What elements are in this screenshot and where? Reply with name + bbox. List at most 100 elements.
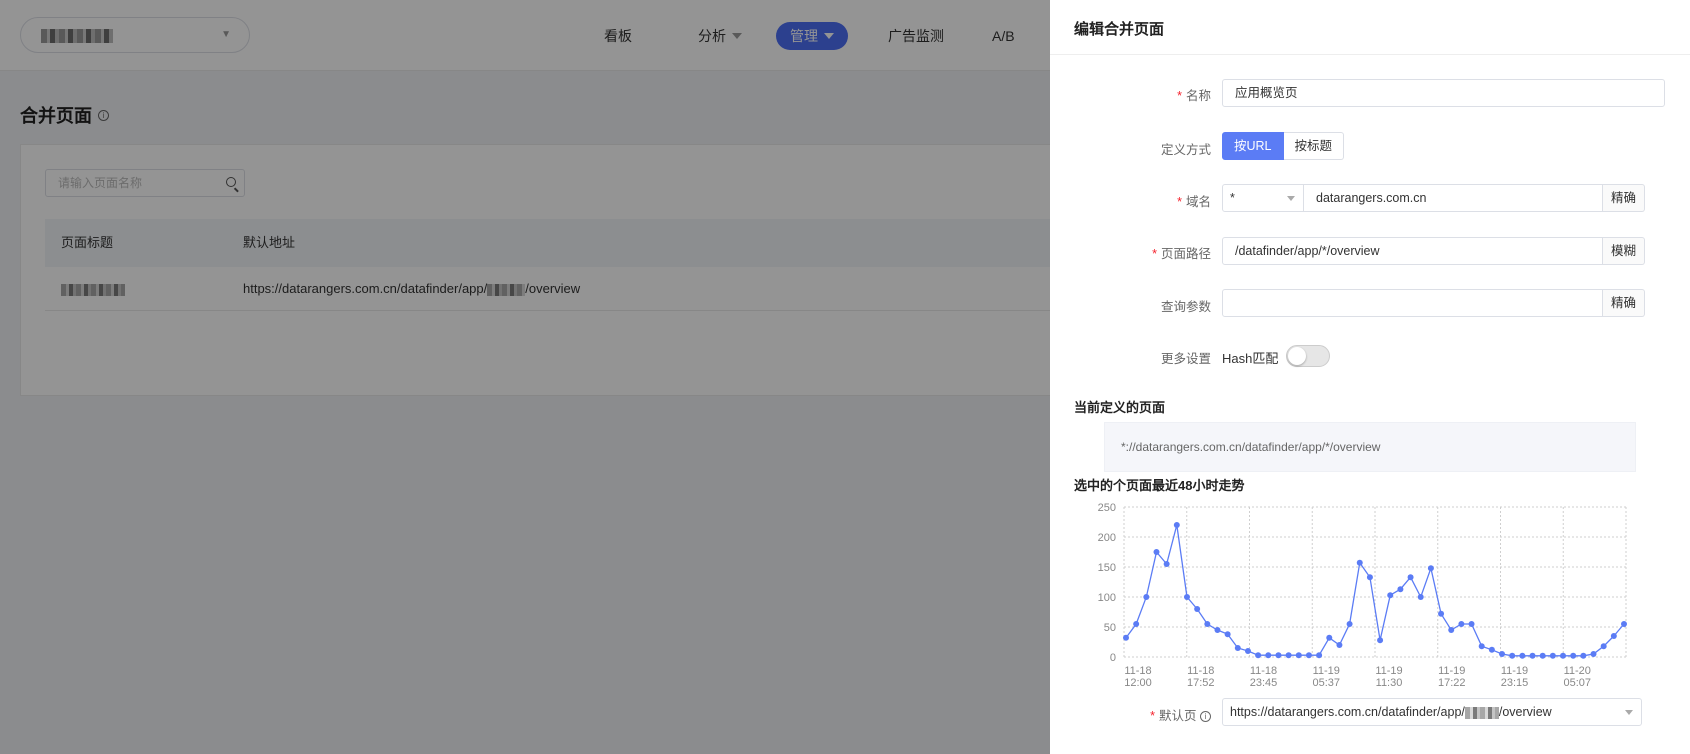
data-point [1427,565,1434,572]
data-point [1224,631,1231,638]
data-point [1143,594,1150,600]
data-point [1204,621,1211,627]
define-by-url-button[interactable]: 按URL [1222,132,1284,160]
data-point [1356,559,1363,566]
x-tick-label: 11-19 [1501,665,1528,677]
data-point [1407,574,1414,581]
x-tick-label: 17:52 [1187,677,1215,689]
x-tick-label: 05:07 [1563,677,1591,689]
data-point [1397,586,1404,593]
data-point [1458,621,1465,627]
x-tick-label: 11-19 [1313,665,1340,677]
x-tick-label: 11-19 [1375,665,1402,677]
data-point [1377,637,1384,644]
data-point [1183,594,1190,600]
y-tick-label: 0 [1110,652,1116,664]
data-point [1316,652,1323,659]
data-point [1295,652,1302,659]
query-label: 查询参数 [1160,300,1211,314]
data-point [1580,652,1587,659]
domain-input[interactable]: datarangers.com.cn [1303,184,1603,212]
data-point [1163,561,1170,567]
data-point [1468,621,1475,627]
data-point [1265,652,1272,659]
data-point [1621,621,1627,627]
y-tick-label: 250 [1098,502,1116,514]
domain-label: * 域名 [1177,195,1211,209]
data-point [1539,652,1546,659]
x-tick-label: 11-18 [1187,665,1214,677]
data-point [1234,645,1241,651]
drawer-title: 编辑合并页面 [1074,21,1165,38]
path-match-select[interactable]: 模糊 [1603,237,1645,265]
x-tick-label: 11-18 [1250,665,1277,677]
url-segment-redacted [1464,706,1499,719]
chevron-down-icon [1287,196,1295,201]
x-tick-label: 11-20 [1564,665,1591,677]
data-point [1244,648,1251,654]
data-point [1336,642,1343,648]
path-input[interactable]: /datafinder/app/*/overview [1222,237,1603,265]
x-tick-label: 05:37 [1312,677,1340,689]
data-point [1488,646,1495,653]
hash-match-toggle[interactable] [1286,345,1330,367]
data-point [1305,652,1312,659]
define-mode-label: 定义方式 [1160,143,1211,157]
data-point [1549,652,1556,659]
default-page-label: * 默认页 i [1150,705,1211,724]
data-point [1346,621,1353,627]
y-tick-label: 200 [1098,532,1116,544]
edit-merged-page-drawer: 编辑合并页面 * 名称 应用概览页 定义方式 按URL 按标题 * 域名 * dat… [1050,0,1690,754]
query-match-select[interactable]: 精确 [1603,289,1645,317]
data-point [1478,643,1485,650]
domain-match-select[interactable]: 精确 [1603,184,1645,212]
query-input[interactable] [1222,289,1603,317]
path-label: * 页面路径 [1152,247,1211,261]
default-page-select[interactable]: https://datarangers.com.cn/datafinder/ap… [1222,698,1642,726]
data-point [1255,652,1262,659]
data-point [1509,652,1516,659]
protocol-value: * [1230,191,1235,205]
name-input[interactable]: 应用概览页 [1222,79,1665,107]
info-icon[interactable]: i [1200,711,1211,723]
data-point [1438,610,1445,617]
data-point [1519,652,1526,659]
chevron-down-icon [1625,710,1633,715]
data-point [1173,522,1180,528]
data-point [1275,652,1282,659]
default-url-suffix: /overview [1498,705,1552,719]
hash-match-label: Hash匹配 [1222,351,1279,366]
data-point [1529,652,1536,659]
data-point [1194,606,1201,612]
trend-line-chart: 05010015020025011-1812:0011-1817:5211-18… [1098,502,1627,689]
x-tick-label: 11-19 [1438,665,1465,677]
data-point [1366,574,1373,581]
x-tick-label: 12:00 [1124,677,1152,689]
define-by-title-button[interactable]: 按标题 [1283,132,1345,160]
data-point [1214,627,1221,633]
data-point [1417,594,1424,600]
x-tick-label: 11:30 [1376,677,1403,689]
data-point [1499,651,1506,657]
data-point [1590,651,1597,657]
data-point [1326,634,1333,641]
data-point [1133,621,1140,627]
x-tick-label: 23:15 [1501,677,1529,689]
y-tick-label: 100 [1098,592,1116,604]
data-point [1123,634,1129,641]
x-tick-label: 23:45 [1250,677,1278,689]
data-point [1610,633,1617,639]
data-point [1570,652,1577,659]
data-point [1153,549,1160,555]
trend-chart-title: 选中的个页面最近48小时走势 [1074,478,1245,493]
data-point [1285,652,1292,659]
divider [1050,54,1690,55]
protocol-select[interactable]: * [1222,184,1304,212]
data-point [1600,643,1607,650]
current-page-title: 当前定义的页面 [1074,400,1166,415]
y-tick-label: 50 [1104,622,1116,634]
data-point [1560,652,1567,659]
x-tick-label: 11-18 [1124,665,1151,677]
current-page-preview: *://datarangers.com.cn/datafinder/app/*/… [1104,422,1636,472]
name-label: * 名称 [1177,89,1211,103]
